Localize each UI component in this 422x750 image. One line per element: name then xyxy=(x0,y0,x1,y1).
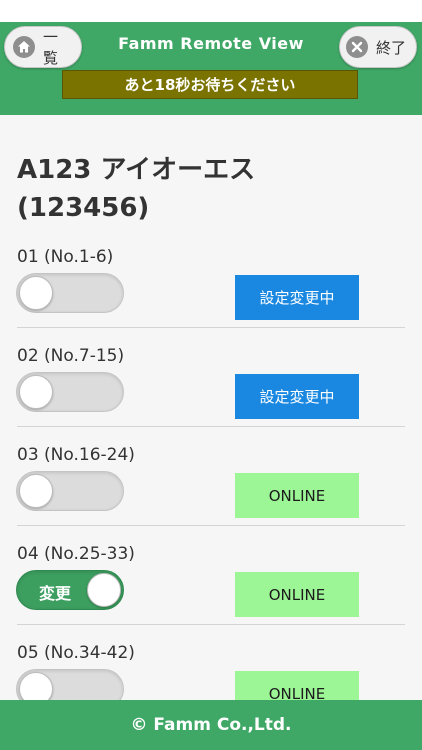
app-header: 一覧 Famm Remote View 終了 あと18秒お待ちください xyxy=(0,22,422,115)
app-title: Famm Remote View xyxy=(118,34,304,53)
home-icon xyxy=(13,36,35,58)
status-badge: 設定変更中 xyxy=(235,275,359,320)
end-button-label: 終了 xyxy=(376,38,407,57)
unit-row: 04 (No.25-33) 変更 ONLINE xyxy=(0,544,422,643)
divider xyxy=(17,624,405,625)
unit-row: 03 (No.16-24) ONLINE xyxy=(0,445,422,544)
unit-toggle[interactable]: 変更 xyxy=(16,570,124,610)
divider xyxy=(17,426,405,427)
status-badge: ONLINE xyxy=(235,572,359,617)
page-title: A123 アイオーエス (123456) xyxy=(17,151,317,227)
divider xyxy=(17,327,405,328)
device-id: (123456) xyxy=(17,193,150,223)
unit-toggle[interactable] xyxy=(16,669,124,700)
status-badge: ONLINE xyxy=(235,473,359,518)
status-bar xyxy=(0,0,422,22)
unit-label: 04 (No.25-33) xyxy=(17,544,135,564)
main-content[interactable]: A123 アイオーエス (123456) 01 (No.1-6) 設定変更中 0… xyxy=(0,115,422,700)
toggle-on-label: 変更 xyxy=(39,584,72,603)
unit-row: 01 (No.1-6) 設定変更中 xyxy=(0,247,422,346)
close-icon xyxy=(346,36,368,58)
end-button[interactable]: 終了 xyxy=(339,26,417,68)
divider xyxy=(17,525,405,526)
unit-toggle[interactable] xyxy=(16,372,124,412)
list-button-label: 一覧 xyxy=(43,28,59,67)
toggle-knob[interactable] xyxy=(19,474,53,508)
unit-row: 05 (No.34-42) ONLINE xyxy=(0,643,422,700)
device-name: A123 アイオーエス xyxy=(17,155,256,185)
wait-message: あと18秒お待ちください xyxy=(62,70,358,99)
toggle-knob[interactable] xyxy=(19,276,53,310)
unit-toggle[interactable] xyxy=(16,471,124,511)
unit-label: 02 (No.7-15) xyxy=(17,346,125,366)
unit-label: 05 (No.34-42) xyxy=(17,643,135,663)
list-button[interactable]: 一覧 xyxy=(4,26,82,68)
status-badge: 設定変更中 xyxy=(235,374,359,419)
toggle-knob[interactable] xyxy=(87,573,121,607)
unit-row: 02 (No.7-15) 設定変更中 xyxy=(0,346,422,445)
unit-label: 03 (No.16-24) xyxy=(17,445,135,465)
toggle-knob[interactable] xyxy=(19,672,53,700)
copyright-text: © Famm Co.,Ltd. xyxy=(130,715,292,735)
footer: © Famm Co.,Ltd. xyxy=(0,700,422,750)
toggle-knob[interactable] xyxy=(19,375,53,409)
unit-toggle[interactable] xyxy=(16,273,124,313)
status-badge: ONLINE xyxy=(235,671,359,700)
unit-label: 01 (No.1-6) xyxy=(17,247,114,267)
